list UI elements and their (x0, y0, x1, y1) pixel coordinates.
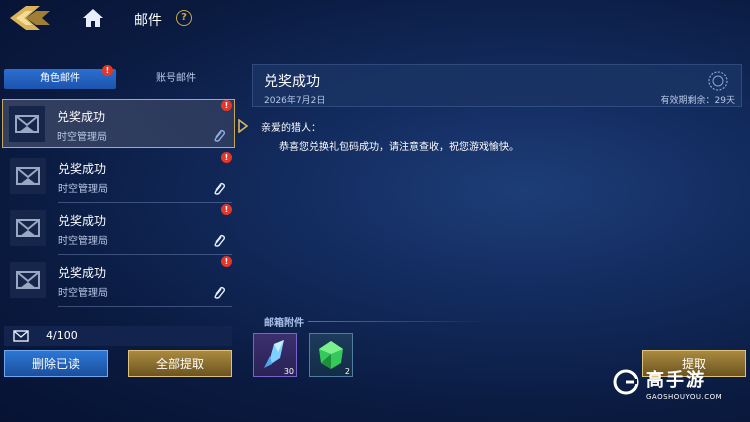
mail-title: 兑奖成功 (58, 214, 107, 228)
mail-detail-header: 兑奖成功 2026年7月2日 有效期剩余：29天 (252, 64, 742, 107)
row-divider (58, 202, 232, 203)
attachment-qty: 2 (344, 367, 350, 376)
attachments-label: 邮箱附件 (264, 318, 304, 329)
attachment-item[interactable]: 30 (253, 333, 297, 377)
unread-badge: ! (221, 100, 232, 111)
detail-date: 2026年7月2日 (264, 96, 326, 106)
mail-greeting: 亲爱的猎人： (261, 123, 321, 134)
mail-sender: 时空管理局 (57, 132, 107, 143)
mail-list-item[interactable]: 兑奖成功 时空管理局 ! (4, 256, 234, 304)
home-icon (83, 9, 103, 27)
mail-envelope-icon (10, 210, 46, 246)
mailbox-count: 4/100 (46, 329, 78, 342)
row-divider (58, 254, 232, 255)
help-icon[interactable]: ? (176, 10, 192, 26)
delete-read-button[interactable]: 删除已读 (4, 350, 108, 377)
mail-sender: 时空管理局 (58, 236, 108, 247)
gaoshouyou-logo-icon (613, 369, 639, 395)
mail-envelope-icon (10, 158, 46, 194)
mail-list-item[interactable]: 兑奖成功 时空管理局 ! (2, 99, 235, 148)
mail-sender: 时空管理局 (58, 288, 108, 299)
mail-title: 兑奖成功 (58, 162, 107, 176)
unread-badge: ! (221, 152, 232, 163)
tab-role-badge: ! (102, 65, 113, 76)
tab-role-mail[interactable]: 角色邮件 (4, 69, 116, 89)
attachment-clip-icon (214, 286, 226, 299)
back-button[interactable] (6, 2, 56, 34)
mail-envelope-icon (9, 106, 45, 142)
detail-title: 兑奖成功 (264, 74, 320, 90)
watermark-url: GAOSHOUYOU.COM (646, 393, 723, 401)
mail-envelope-icon (10, 262, 46, 298)
attachment-clip-icon (214, 182, 226, 195)
unread-badge: ! (221, 204, 232, 215)
attachment-clip-icon (214, 129, 226, 142)
mail-list-item[interactable]: 兑奖成功 时空管理局 ! (4, 152, 234, 200)
unread-badge: ! (221, 256, 232, 267)
watermark-brand: 高手游 (646, 370, 706, 391)
attachments-divider (308, 321, 488, 322)
attachment-item[interactable]: 2 (309, 333, 353, 377)
attachment-clip-icon (214, 234, 226, 247)
selection-pointer-icon (238, 119, 248, 133)
attachment-qty: 30 (283, 367, 294, 376)
tab-account-mail[interactable]: 账号邮件 (120, 69, 232, 89)
mail-list-item[interactable]: 兑奖成功 时空管理局 ! (4, 204, 234, 252)
mail-title: 兑奖成功 (57, 110, 106, 124)
mailbox-icon (13, 330, 29, 342)
home-button[interactable] (82, 8, 104, 28)
postmark-stamp-icon (708, 71, 728, 91)
mailbox-count-bar: 4/100 (4, 326, 232, 346)
page-title: 邮件 (134, 13, 162, 29)
claim-all-button[interactable]: 全部提取 (128, 350, 232, 377)
row-divider (58, 306, 232, 307)
mail-title: 兑奖成功 (58, 266, 107, 280)
mail-sender: 时空管理局 (58, 184, 108, 195)
detail-expire: 有效期剩余：29天 (660, 96, 735, 106)
mail-body: 恭喜您兑换礼包码成功，请注意查收，祝您游戏愉快。 (279, 142, 519, 153)
back-arrow-icon (10, 6, 50, 30)
